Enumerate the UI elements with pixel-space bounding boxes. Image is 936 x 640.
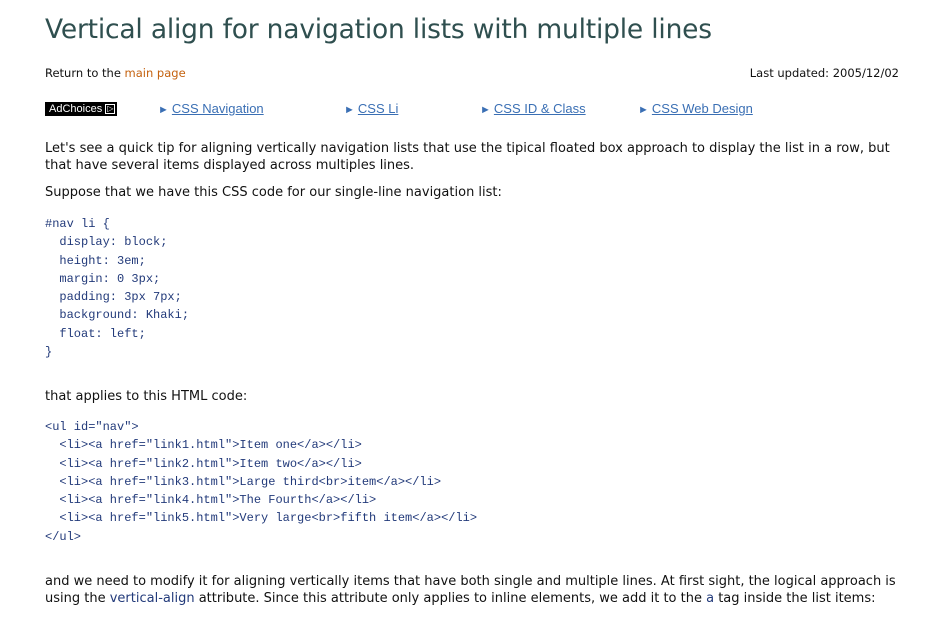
- arrow-right-icon: ►: [480, 104, 491, 116]
- ad-link-css-web-design[interactable]: ► CSS Web Design: [638, 101, 753, 116]
- html-code-block: <ul id="nav"> <li><a href="link1.html">I…: [45, 420, 478, 544]
- arrow-right-icon: ►: [344, 104, 355, 116]
- modify-text-3: tag inside the list items:: [714, 591, 876, 606]
- ad-link-label: CSS ID & Class: [493, 101, 586, 116]
- intro-paragraph: Let's see a quick tip for aligning verti…: [45, 141, 890, 173]
- adchoices-label: AdChoices: [49, 103, 103, 115]
- ad-bar: AdChoices ▷ ► CSS Navigation ► CSS Li ► CSS …: [45, 101, 925, 117]
- vertical-align-keyword: vertical-align: [109, 591, 195, 606]
- last-updated: Last updated: 2005/12/02: [749, 66, 899, 80]
- return-prefix: Return to the: [45, 66, 125, 80]
- main-page-link[interactable]: main page: [125, 66, 186, 80]
- adchoices-badge[interactable]: AdChoices ▷: [45, 102, 117, 116]
- arrow-right-icon: ►: [158, 104, 169, 116]
- ad-link-label: CSS Li: [357, 101, 399, 116]
- return-line: Return to the main page: [45, 66, 186, 80]
- suppose-paragraph: Suppose that we have this CSS code for o…: [45, 185, 502, 200]
- ad-link-label: CSS Navigation: [171, 101, 264, 116]
- modify-text-2: attribute. Since this attribute only app…: [194, 591, 707, 606]
- ad-link-css-navigation[interactable]: ► CSS Navigation: [158, 101, 264, 116]
- applies-paragraph: that applies to this HTML code:: [45, 389, 248, 404]
- adchoices-icon: ▷: [105, 104, 116, 115]
- ad-link-label: CSS Web Design: [651, 101, 753, 116]
- a-tag-keyword: a: [706, 591, 715, 606]
- arrow-right-icon: ►: [638, 104, 649, 116]
- modify-paragraph: and we need to modify it for aligning ve…: [45, 573, 905, 607]
- page-title: Vertical align for navigation lists with…: [45, 14, 712, 45]
- css-code-block: #nav li { display: block; height: 3em; m…: [45, 217, 190, 360]
- ad-link-css-id-class[interactable]: ► CSS ID & Class: [480, 101, 586, 116]
- ad-link-css-li[interactable]: ► CSS Li: [344, 101, 398, 116]
